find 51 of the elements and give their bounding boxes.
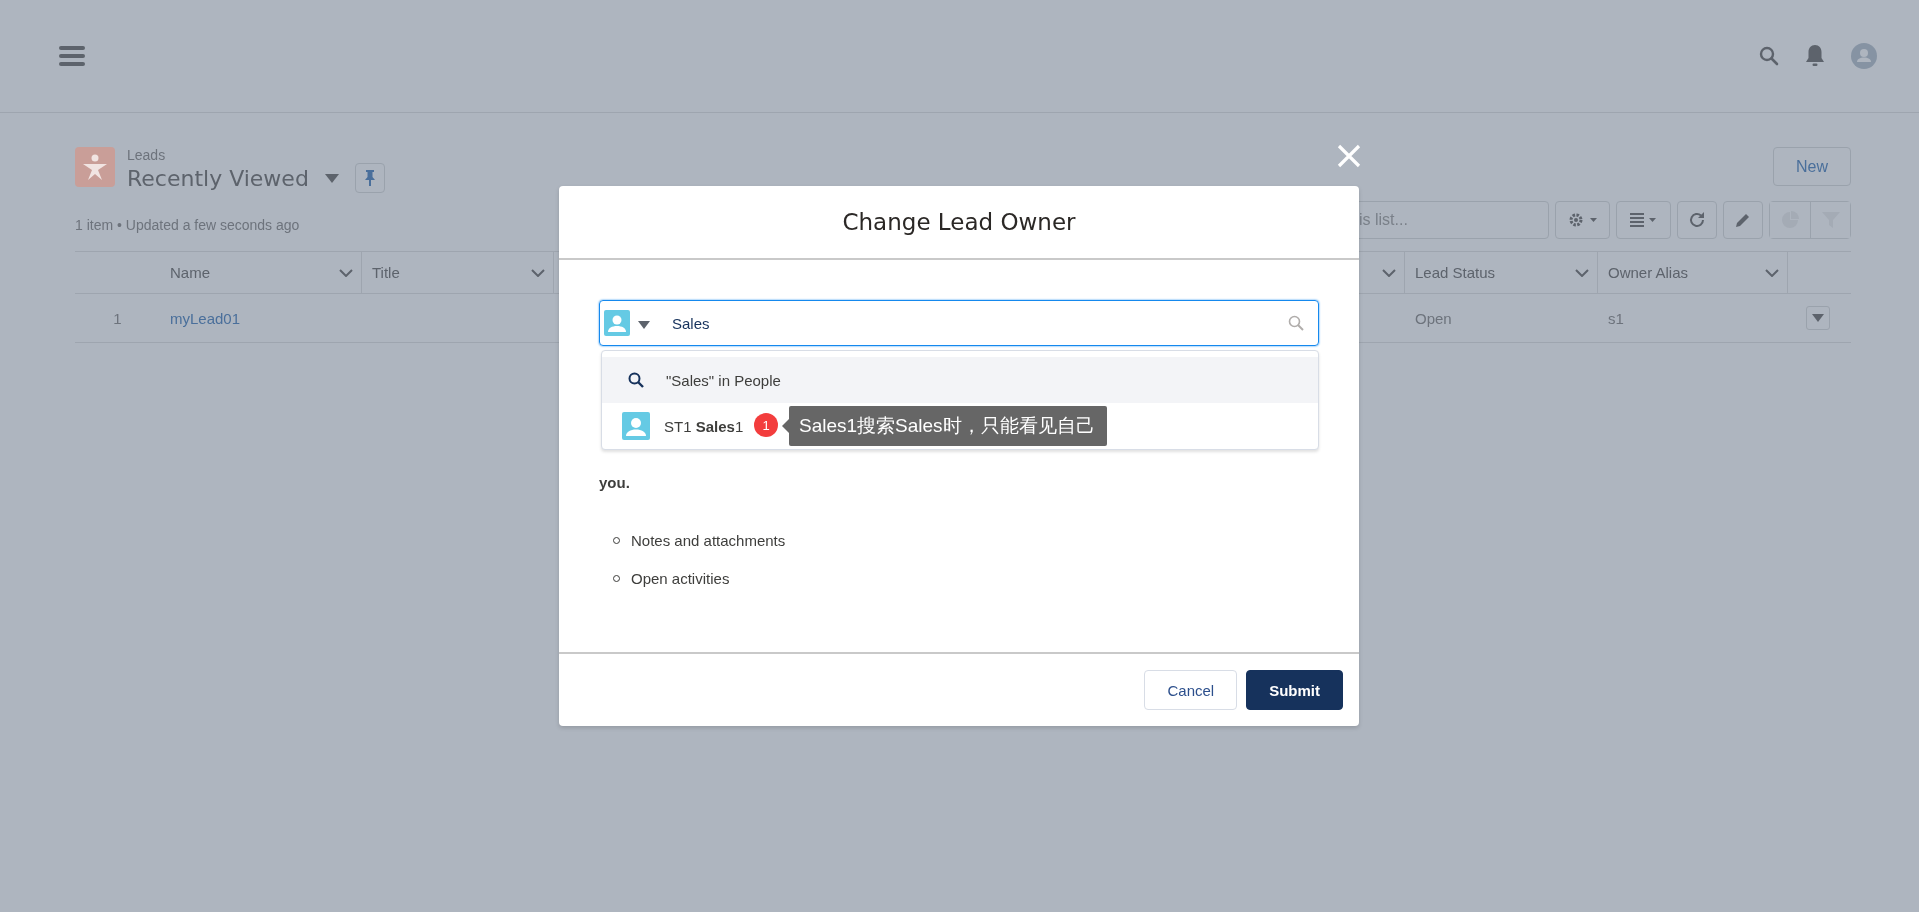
column-header[interactable]: Title (372, 264, 400, 281)
refresh-button[interactable] (1677, 201, 1717, 239)
search-icon (1288, 315, 1304, 331)
search-icon (628, 372, 644, 388)
annotation-tooltip: Sales1搜索Sales时，只能看见自己 (789, 406, 1107, 446)
table-cell: Open (1415, 309, 1452, 327)
list-status: 1 item • Updated a few seconds ago (75, 217, 300, 233)
bullet-text: Notes and attachments (631, 531, 786, 549)
search-icon[interactable] (1759, 46, 1779, 66)
column-header[interactable]: Name (170, 264, 210, 281)
row-number: 1 (113, 309, 122, 327)
pencil-icon (1734, 211, 1752, 229)
close-icon[interactable] (1337, 144, 1361, 168)
user-icon (622, 412, 650, 440)
user-icon[interactable] (604, 310, 630, 336)
bell-icon[interactable] (1804, 44, 1826, 68)
body-text: you. (599, 474, 631, 491)
cancel-button[interactable]: Cancel (1144, 670, 1238, 710)
submit-button[interactable]: Submit (1246, 670, 1343, 710)
user-lookup-field[interactable]: Sales (599, 300, 1319, 346)
chevron-icon[interactable] (1765, 268, 1779, 277)
pin-button[interactable] (354, 163, 385, 193)
table-cell: s1 (1608, 309, 1624, 327)
lead-name-link[interactable]: myLead01 (170, 309, 241, 327)
caret-icon (1812, 314, 1824, 322)
display-as-table-button[interactable] (1616, 201, 1671, 239)
table-icon (1628, 212, 1659, 228)
list-view-title[interactable]: Recently Viewed (127, 165, 309, 191)
suggestion-item[interactable]: ST1 Sales1 (664, 417, 744, 435)
modal-title: Change Lead Owner (842, 209, 1076, 235)
new-button[interactable]: New (1773, 147, 1851, 186)
object-label: Leads (127, 147, 167, 163)
row-actions-button[interactable] (1806, 306, 1830, 330)
column-header[interactable]: Owner Alias (1608, 264, 1689, 281)
chevron-icon[interactable] (531, 268, 545, 277)
menu-icon[interactable] (59, 46, 85, 66)
bullet-text: Open activities (631, 569, 730, 587)
avatar-icon[interactable] (1851, 43, 1877, 69)
suggestion-item[interactable]: "Sales" in People (666, 371, 781, 389)
refresh-icon (1688, 211, 1706, 229)
settings-button[interactable] (1555, 201, 1610, 239)
column-header[interactable]: Lead Status (1415, 264, 1496, 281)
caret-icon[interactable] (324, 173, 339, 183)
edit-button[interactable] (1723, 201, 1763, 239)
chevron-icon[interactable] (1382, 268, 1396, 277)
pin-icon (364, 170, 375, 186)
caret-icon[interactable] (638, 321, 650, 329)
chevron-icon[interactable] (1575, 268, 1589, 277)
lead-icon (75, 147, 115, 187)
settings-icon (1567, 212, 1598, 228)
chevron-icon[interactable] (339, 268, 353, 277)
